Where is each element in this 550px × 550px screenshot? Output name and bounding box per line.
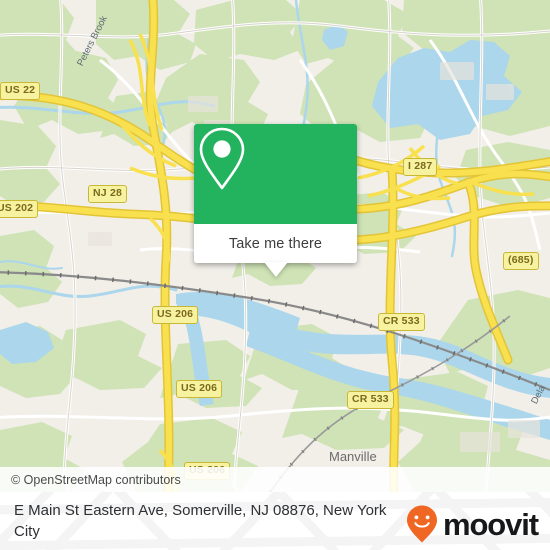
place-label-manville: Manville xyxy=(329,449,377,464)
moovit-wordmark: moovit xyxy=(442,506,539,542)
shield-cr-533-2: CR 533 xyxy=(347,391,394,409)
destination-popup-card[interactable]: Take me there xyxy=(194,124,357,277)
shield-us-206-1: US 206 xyxy=(152,306,199,324)
shield-i-287: I 287 xyxy=(403,158,438,176)
shield-cr-533-1: CR 533 xyxy=(378,313,425,331)
attribution-text[interactable]: © OpenStreetMap contributors xyxy=(0,473,181,487)
map-pin-icon xyxy=(199,127,245,190)
popup-pointer-tail xyxy=(264,262,288,277)
take-me-there-button[interactable]: Take me there xyxy=(194,224,357,263)
map-attribution-bar: © OpenStreetMap contributors xyxy=(0,467,550,492)
moovit-map-screenshot: US 22 NJ 28 US 202 I 287 (685) US 206 CR… xyxy=(0,0,550,550)
shield-us-202: US 202 xyxy=(0,200,39,218)
shield-nj-28: NJ 28 xyxy=(88,185,128,203)
moovit-pin-smile-icon xyxy=(406,505,437,543)
shield-us-22: US 22 xyxy=(0,82,41,100)
shield-685: (685) xyxy=(503,252,539,270)
popup-header xyxy=(194,124,357,224)
shield-us-206-2: US 206 xyxy=(176,380,223,398)
moovit-logo[interactable]: moovit xyxy=(405,504,539,544)
address-text: E Main St Eastern Ave, Somerville, NJ 08… xyxy=(14,502,387,540)
footer-bar: E Main St Eastern Ave, Somerville, NJ 08… xyxy=(0,492,550,550)
take-me-there-label: Take me there xyxy=(228,235,323,252)
map-canvas[interactable]: US 22 NJ 28 US 202 I 287 (685) US 206 CR… xyxy=(0,0,550,492)
